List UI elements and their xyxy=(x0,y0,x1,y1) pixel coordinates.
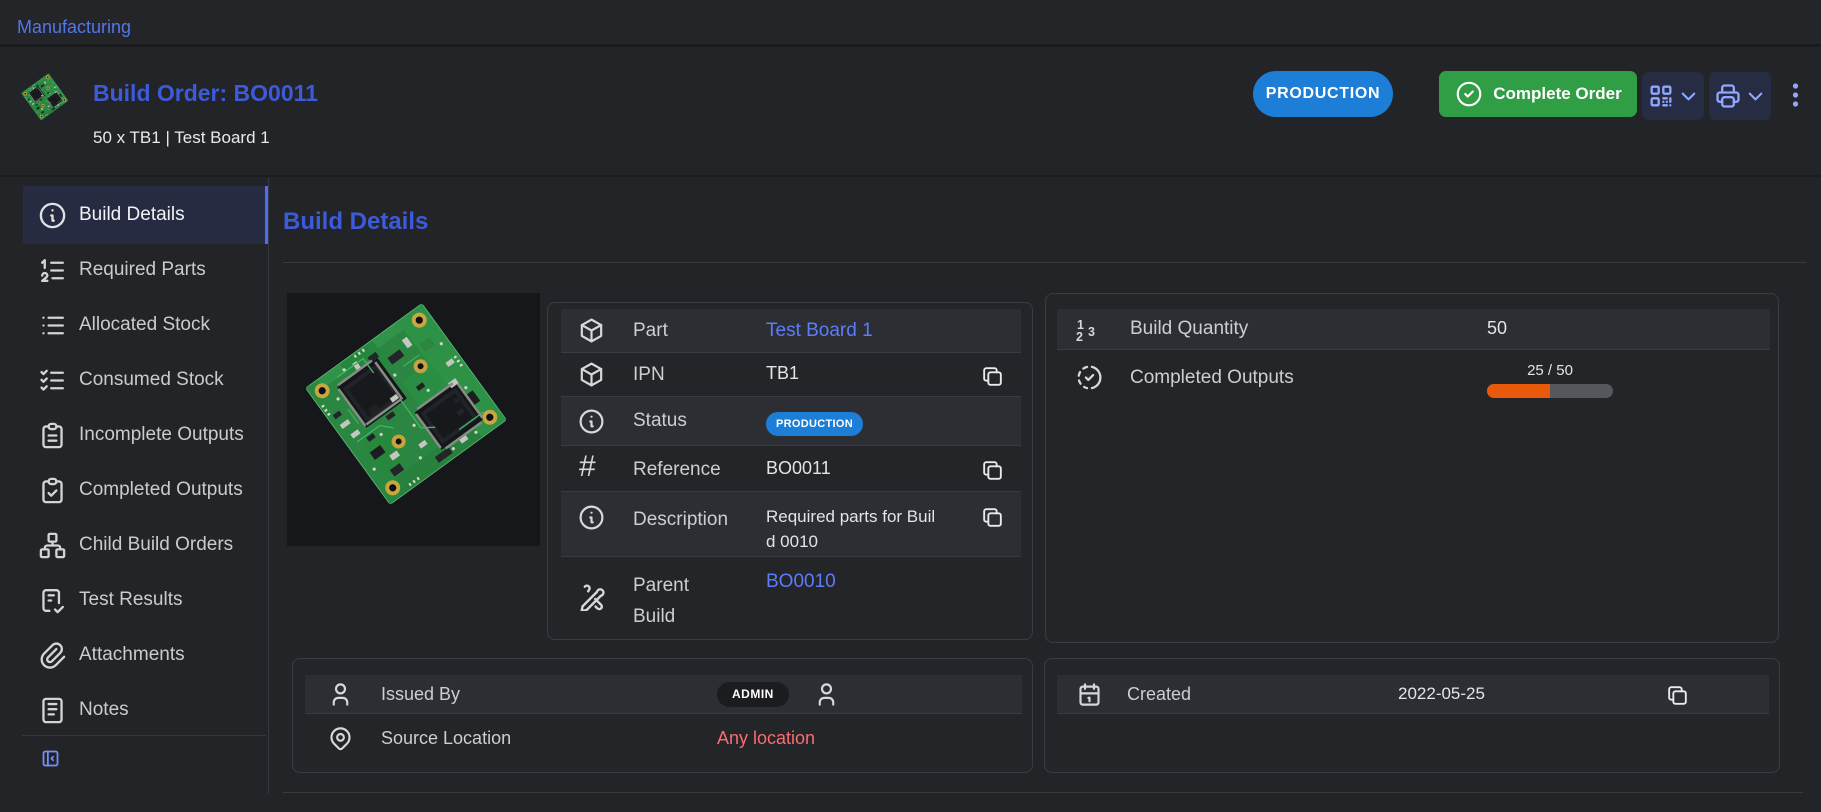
svg-text:3: 3 xyxy=(1088,325,1095,339)
svg-text:2: 2 xyxy=(1076,330,1083,343)
